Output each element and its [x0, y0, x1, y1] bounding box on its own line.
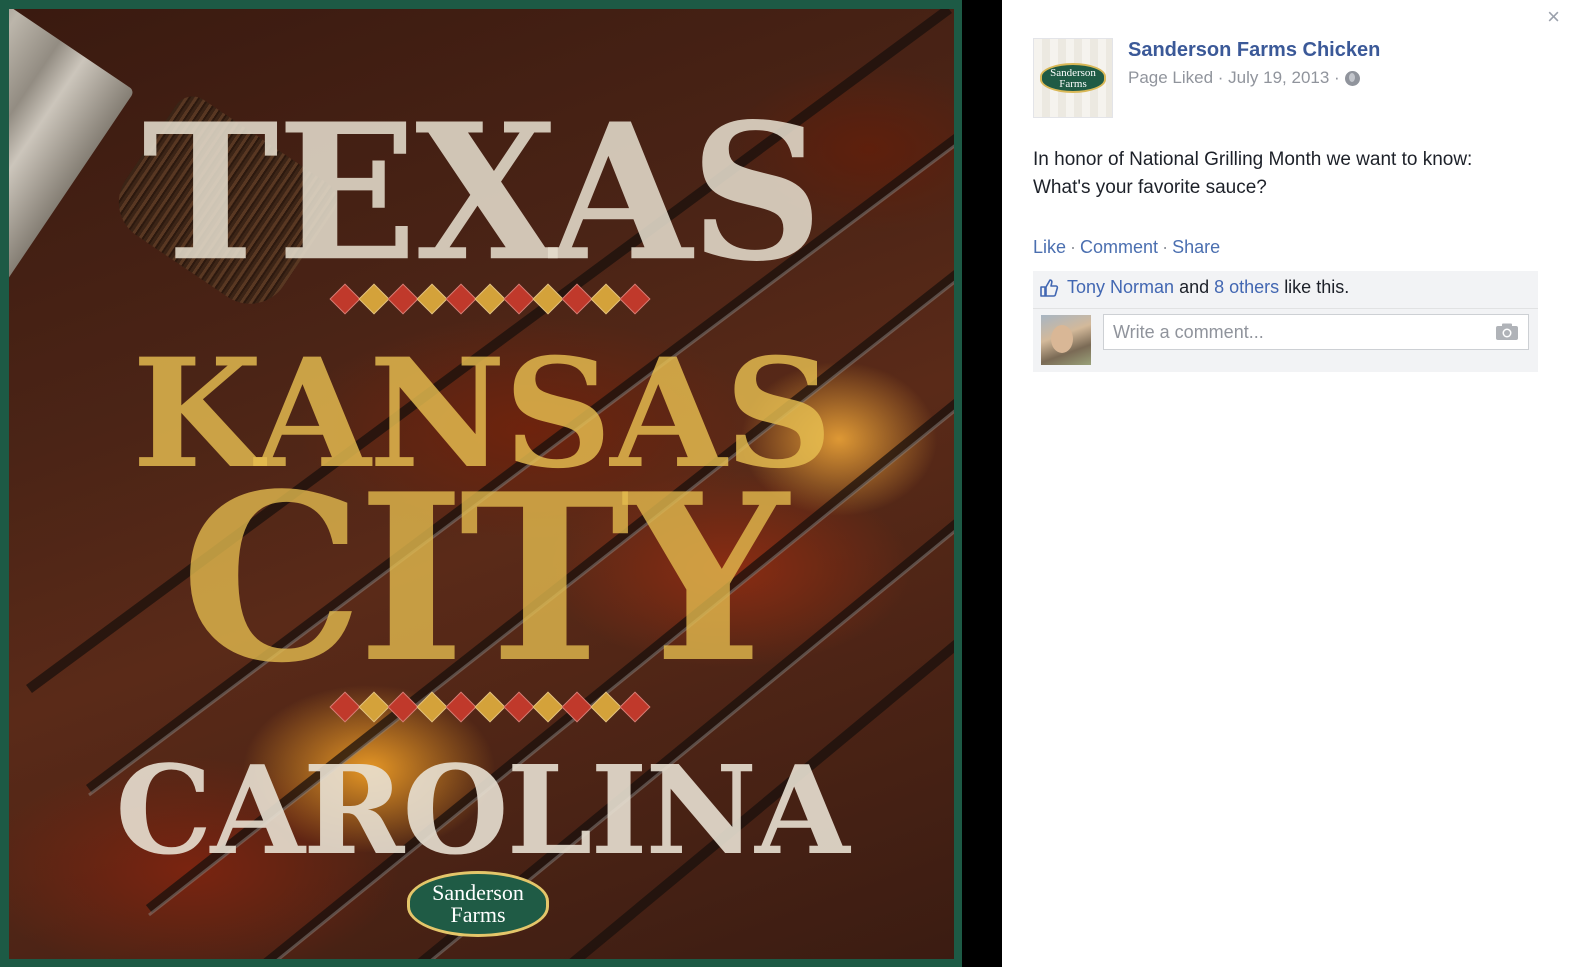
others-link[interactable]: 8 others	[1214, 277, 1279, 297]
diamond-ornament	[329, 691, 361, 723]
diamond-ornament	[561, 691, 593, 723]
comment-link[interactable]: Comment	[1080, 237, 1158, 257]
diamond-ornament	[387, 283, 419, 315]
post-photo[interactable]: TEXAS KANSAS CITY CAROLINA Sanderson Far…	[9, 9, 954, 959]
post-actions: Like · Comment · Share	[1033, 237, 1220, 258]
globe-icon[interactable]	[1344, 70, 1360, 86]
page-name-link[interactable]: Sanderson Farms Chicken	[1128, 39, 1380, 62]
post-message-line1: In honor of National Grilling Month we w…	[1033, 149, 1473, 170]
diamond-ornament	[503, 283, 535, 315]
diamond-ornament	[387, 691, 419, 723]
diamond-ornament	[619, 691, 651, 723]
diamond-ornament	[532, 691, 564, 723]
sanderson-farms-logo: Sanderson Farms	[407, 871, 549, 937]
diamond-ornament	[474, 691, 506, 723]
page-avatar[interactable]: Sanderson Farms	[1033, 38, 1113, 118]
post-meta: Page Liked · July 19, 2013 ·	[1128, 68, 1360, 88]
comment-input[interactable]	[1103, 314, 1529, 350]
separator: ·	[1162, 237, 1169, 257]
diamond-ornament	[416, 283, 448, 315]
diamond-ornament	[590, 283, 622, 315]
logo-line1: Sanderson	[432, 880, 524, 905]
diamond-ornament	[474, 283, 506, 315]
like-summary-text: Tony Norman and 8 others like this.	[1067, 277, 1349, 298]
like-and: and	[1179, 277, 1210, 297]
word-carolina: CAROLINA	[115, 738, 849, 882]
diamond-ornament	[590, 691, 622, 723]
diamond-ornament	[416, 691, 448, 723]
diamond-ornament	[561, 283, 593, 315]
liker-name-link[interactable]: Tony Norman	[1067, 277, 1174, 297]
page-avatar-line2: Farms	[1059, 78, 1087, 90]
camera-icon[interactable]	[1495, 323, 1519, 341]
share-link[interactable]: Share	[1172, 237, 1220, 257]
separator: ·	[1070, 237, 1077, 257]
diamond-ornament	[358, 283, 390, 315]
photo-frame: TEXAS KANSAS CITY CAROLINA Sanderson Far…	[0, 0, 962, 967]
post-meta-text[interactable]: Page Liked · July 19, 2013 ·	[1128, 68, 1340, 88]
diamond-ornament	[445, 691, 477, 723]
feedback-box: Tony Norman and 8 others like this.	[1033, 271, 1538, 372]
word-city: CITY	[180, 444, 789, 714]
close-icon[interactable]: ×	[1547, 6, 1560, 28]
like-summary: Tony Norman and 8 others like this.	[1039, 277, 1349, 298]
avatar[interactable]	[1041, 315, 1091, 365]
word-texas: TEXAS	[141, 82, 823, 304]
logo-line2: Farms	[450, 902, 506, 927]
like-thumb-icon	[1039, 278, 1059, 298]
diamond-row-top	[329, 283, 651, 316]
post-message: In honor of National Grilling Month we w…	[1033, 146, 1543, 202]
like-link[interactable]: Like	[1033, 237, 1066, 257]
diamond-ornament	[329, 283, 361, 315]
diamond-ornament	[619, 283, 651, 315]
like-suffix: like this.	[1284, 277, 1350, 297]
diamond-row-bottom	[329, 691, 651, 724]
avatar-face	[1051, 325, 1073, 353]
diamond-ornament	[445, 283, 477, 315]
divider	[1033, 308, 1538, 309]
photo-stage: TEXAS KANSAS CITY CAROLINA Sanderson Far…	[0, 0, 1002, 967]
diamond-ornament	[358, 691, 390, 723]
diamond-ornament	[532, 283, 564, 315]
page-avatar-logo: Sanderson Farms	[1040, 63, 1106, 93]
post-message-line2: What's your favorite sauce?	[1033, 177, 1267, 198]
diamond-ornament	[503, 691, 535, 723]
post-panel: × Sanderson Farms Sanderson Farms Chicke…	[1002, 0, 1570, 967]
